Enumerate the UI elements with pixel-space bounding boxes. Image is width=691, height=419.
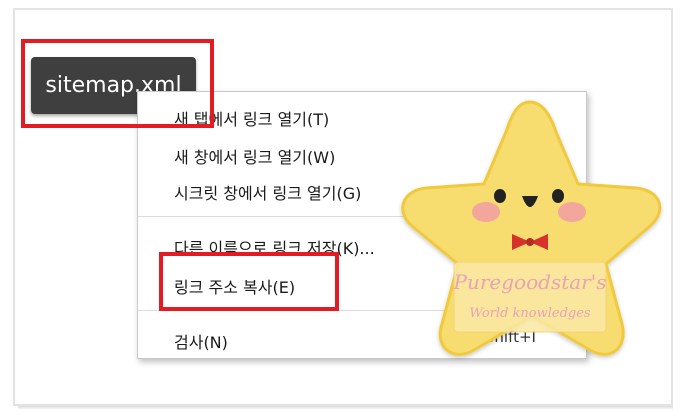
menu-item-save-link-as[interactable]: 다른 이름으로 링크 저장(K)...	[174, 235, 375, 259]
menu-item-inspect[interactable]: 검사(N)	[174, 329, 228, 353]
frame-shadow	[18, 406, 673, 410]
menu-item-open-new-window[interactable]: 새 창에서 링크 열기(W)	[174, 144, 335, 168]
star-icon	[401, 100, 662, 356]
menu-item-open-new-tab[interactable]: 새 탭에서 링크 열기(T)	[174, 106, 329, 130]
menu-item-copy-link-address[interactable]: 링크 주소 복사(E)	[174, 274, 295, 298]
star-mascot-watermark: Puregoodstar's World knowledges	[382, 92, 678, 382]
watermark-subtitle: World knowledges	[469, 306, 591, 321]
menu-item-open-incognito[interactable]: 시크릿 창에서 링크 열기(G)	[174, 180, 361, 204]
watermark-title: Puregoodstar's	[453, 270, 607, 294]
